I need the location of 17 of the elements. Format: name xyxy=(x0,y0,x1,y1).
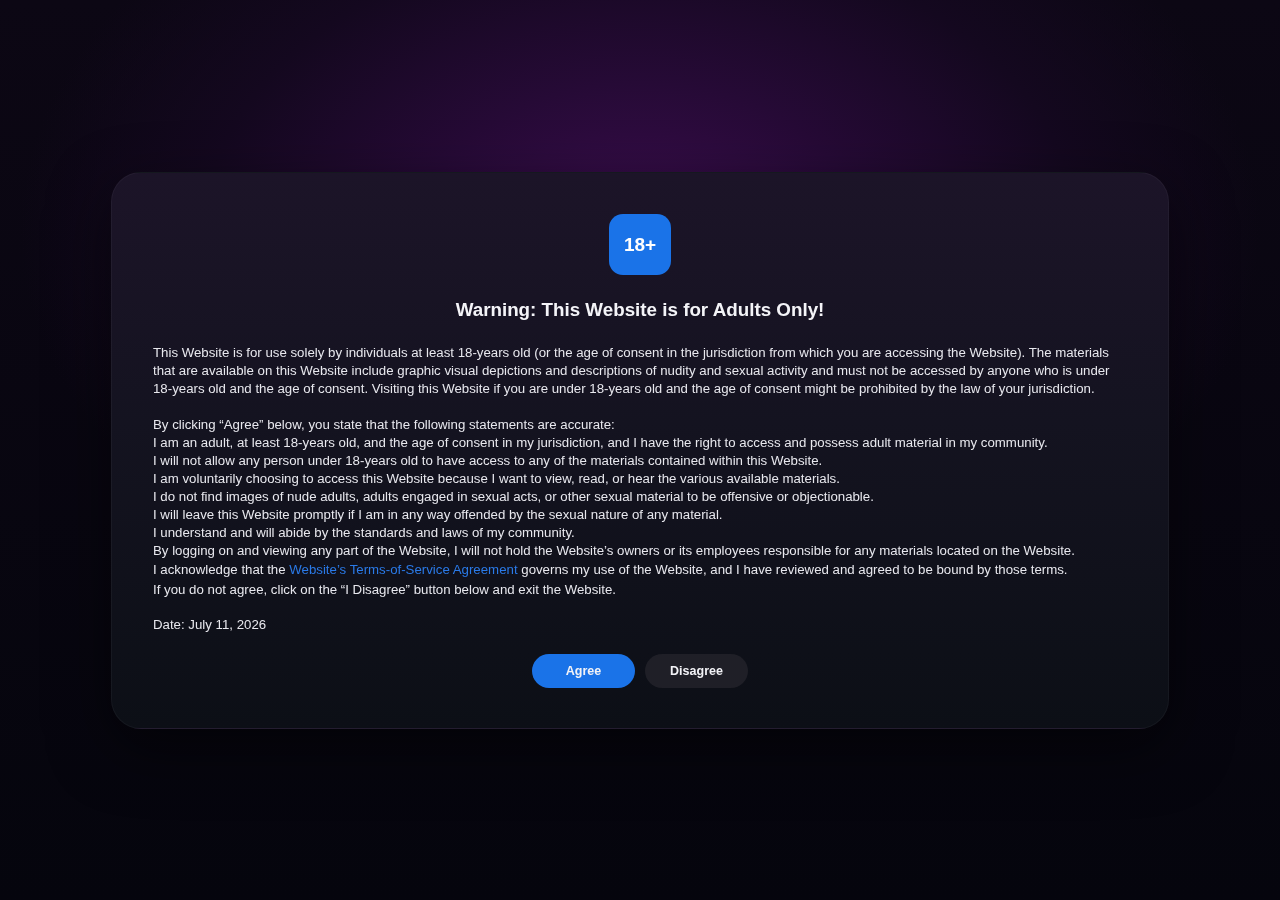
disagree-button[interactable]: Disagree xyxy=(645,654,748,688)
statement-text: I understand and will abide by the standards and laws of my community. xyxy=(153,524,576,542)
statements-heading: By clicking “Agree” below, you state that the following statements are accurate: xyxy=(153,416,616,434)
terms-link[interactable]: Website’s Terms-of-Service Agreement xyxy=(289,562,518,577)
agree-button[interactable]: Agree xyxy=(532,654,635,688)
statement-text: By logging on and viewing any part of the Website, I will not hold the Website’s owners or its employees responsible for any materials located on the Website. xyxy=(153,542,1076,560)
exit-note: If you do not agree, click on the “I Disagree” button below and exit the Website. xyxy=(153,581,618,599)
date-text: Date: July 11, 2026 xyxy=(153,616,268,634)
age-badge: 18+ xyxy=(609,214,671,275)
statement-text: I will not allow any person under 18-years old to have access to any of the materials contained within this Website. xyxy=(153,452,824,470)
statement-text: I will leave this Website promptly if I am in any way offended by the sexual nature of any material. xyxy=(153,506,724,524)
dialog-title: Warning: This Website is for Adults Only! xyxy=(454,298,826,322)
statement-text: I do not find images of nude adults, adults engaged in sexual acts, or other sexual material to be offensive or objectionable. xyxy=(153,488,875,506)
statement-text: I am an adult, at least 18-years old, and the age of consent in my jurisdiction, and I have the right to access and possess adult material in my community. xyxy=(153,434,1049,452)
statement-text: I am voluntarily choosing to access this Website because I want to view, read, or hear the various available materials. xyxy=(153,470,841,488)
acknowledgement-text: I acknowledge that the Website’s Terms-of-Service Agreement governs my use of the Website, and I have reviewed and agreed to be bound by those terms. xyxy=(153,561,1069,579)
intro-paragraph: This Website is for use solely by individuals at least 18-years old (or the age of consent in the jurisdiction from which you are accessing the Website). The materials that are available on this Website include graphic visual depictions and descriptions of nudity and sexual activity and must not be accessed by anyone who is under 18-years old and the age of consent. Visiting this Website if you are under 18-years old and the age of consent might be prohibited by the law of your jurisdiction. xyxy=(153,344,1111,398)
